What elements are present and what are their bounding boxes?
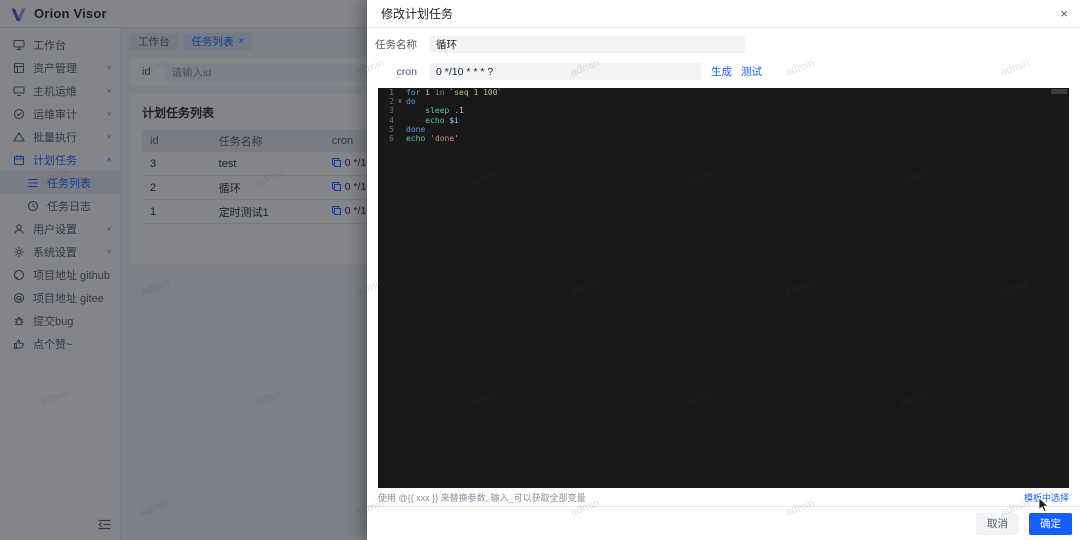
- template-select-link[interactable]: 模板中选择: [1024, 491, 1069, 504]
- drawer-title: 修改计划任务: [381, 7, 454, 21]
- task-name-label: 任务名称: [375, 39, 417, 51]
- modal-mask[interactable]: [0, 0, 367, 540]
- cron-test-link[interactable]: 测试: [741, 64, 762, 79]
- task-name-row: 任务名称 循环: [375, 36, 745, 53]
- close-icon[interactable]: ×: [1060, 7, 1068, 20]
- editor-hint-text: 使用 @{{ xxx }} 来替换参数, 输入_可以获取全部变量: [378, 493, 586, 503]
- : [394, 106, 406, 115]
- code-line: 6 echo 'done': [389, 134, 459, 144]
- script-editor[interactable]: 1 for i in `seq 1 100` 2 ∨ do 3 sleep .1 4 ech…: [378, 88, 1069, 488]
- fold-arrow-icon: ∨: [397, 97, 403, 106]
- edit-task-drawer: 修改计划任务 × 任务名称 循环 执行主机 选择主机 cron 0 */10 *…: [367, 0, 1080, 540]
- cron-label: cron: [396, 65, 417, 78]
- code-line: 1 for i in `seq 1 100`: [389, 88, 503, 97]
- app-root: Orion Visor 工作台资产管理∨主机运维∨运维审计∨批量执行∨计划任务∧…: [0, 0, 1080, 540]
- code-line: 4 echo $i: [389, 115, 459, 125]
- cron-input[interactable]: 0 */10 * * * ?: [429, 63, 701, 80]
- : [394, 134, 406, 143]
- : [394, 116, 406, 125]
- ok-button[interactable]: 确定: [1029, 512, 1072, 535]
- : [394, 88, 406, 97]
- code-line: 2 ∨ do: [389, 97, 416, 107]
- drawer-header: 修改计划任务 ×: [367, 0, 1080, 28]
- code-line: 3 sleep .1: [389, 106, 464, 116]
- cron-row: cron 0 */10 * * * ? 生成 测试: [375, 63, 795, 80]
- cancel-button[interactable]: 取消: [976, 512, 1019, 535]
- drawer-footer: 取消 确定: [367, 506, 1080, 540]
- minimap-slider[interactable]: [1051, 89, 1067, 94]
- editor-hint-row: 使用 @{{ xxx }} 来替换参数, 输入_可以获取全部变量 模板中选择: [378, 491, 1069, 504]
- : [394, 125, 406, 134]
- cron-generate-link[interactable]: 生成: [711, 64, 732, 79]
- task-name-input[interactable]: 循环: [429, 36, 745, 53]
- code-line: 5 done: [389, 124, 426, 134]
